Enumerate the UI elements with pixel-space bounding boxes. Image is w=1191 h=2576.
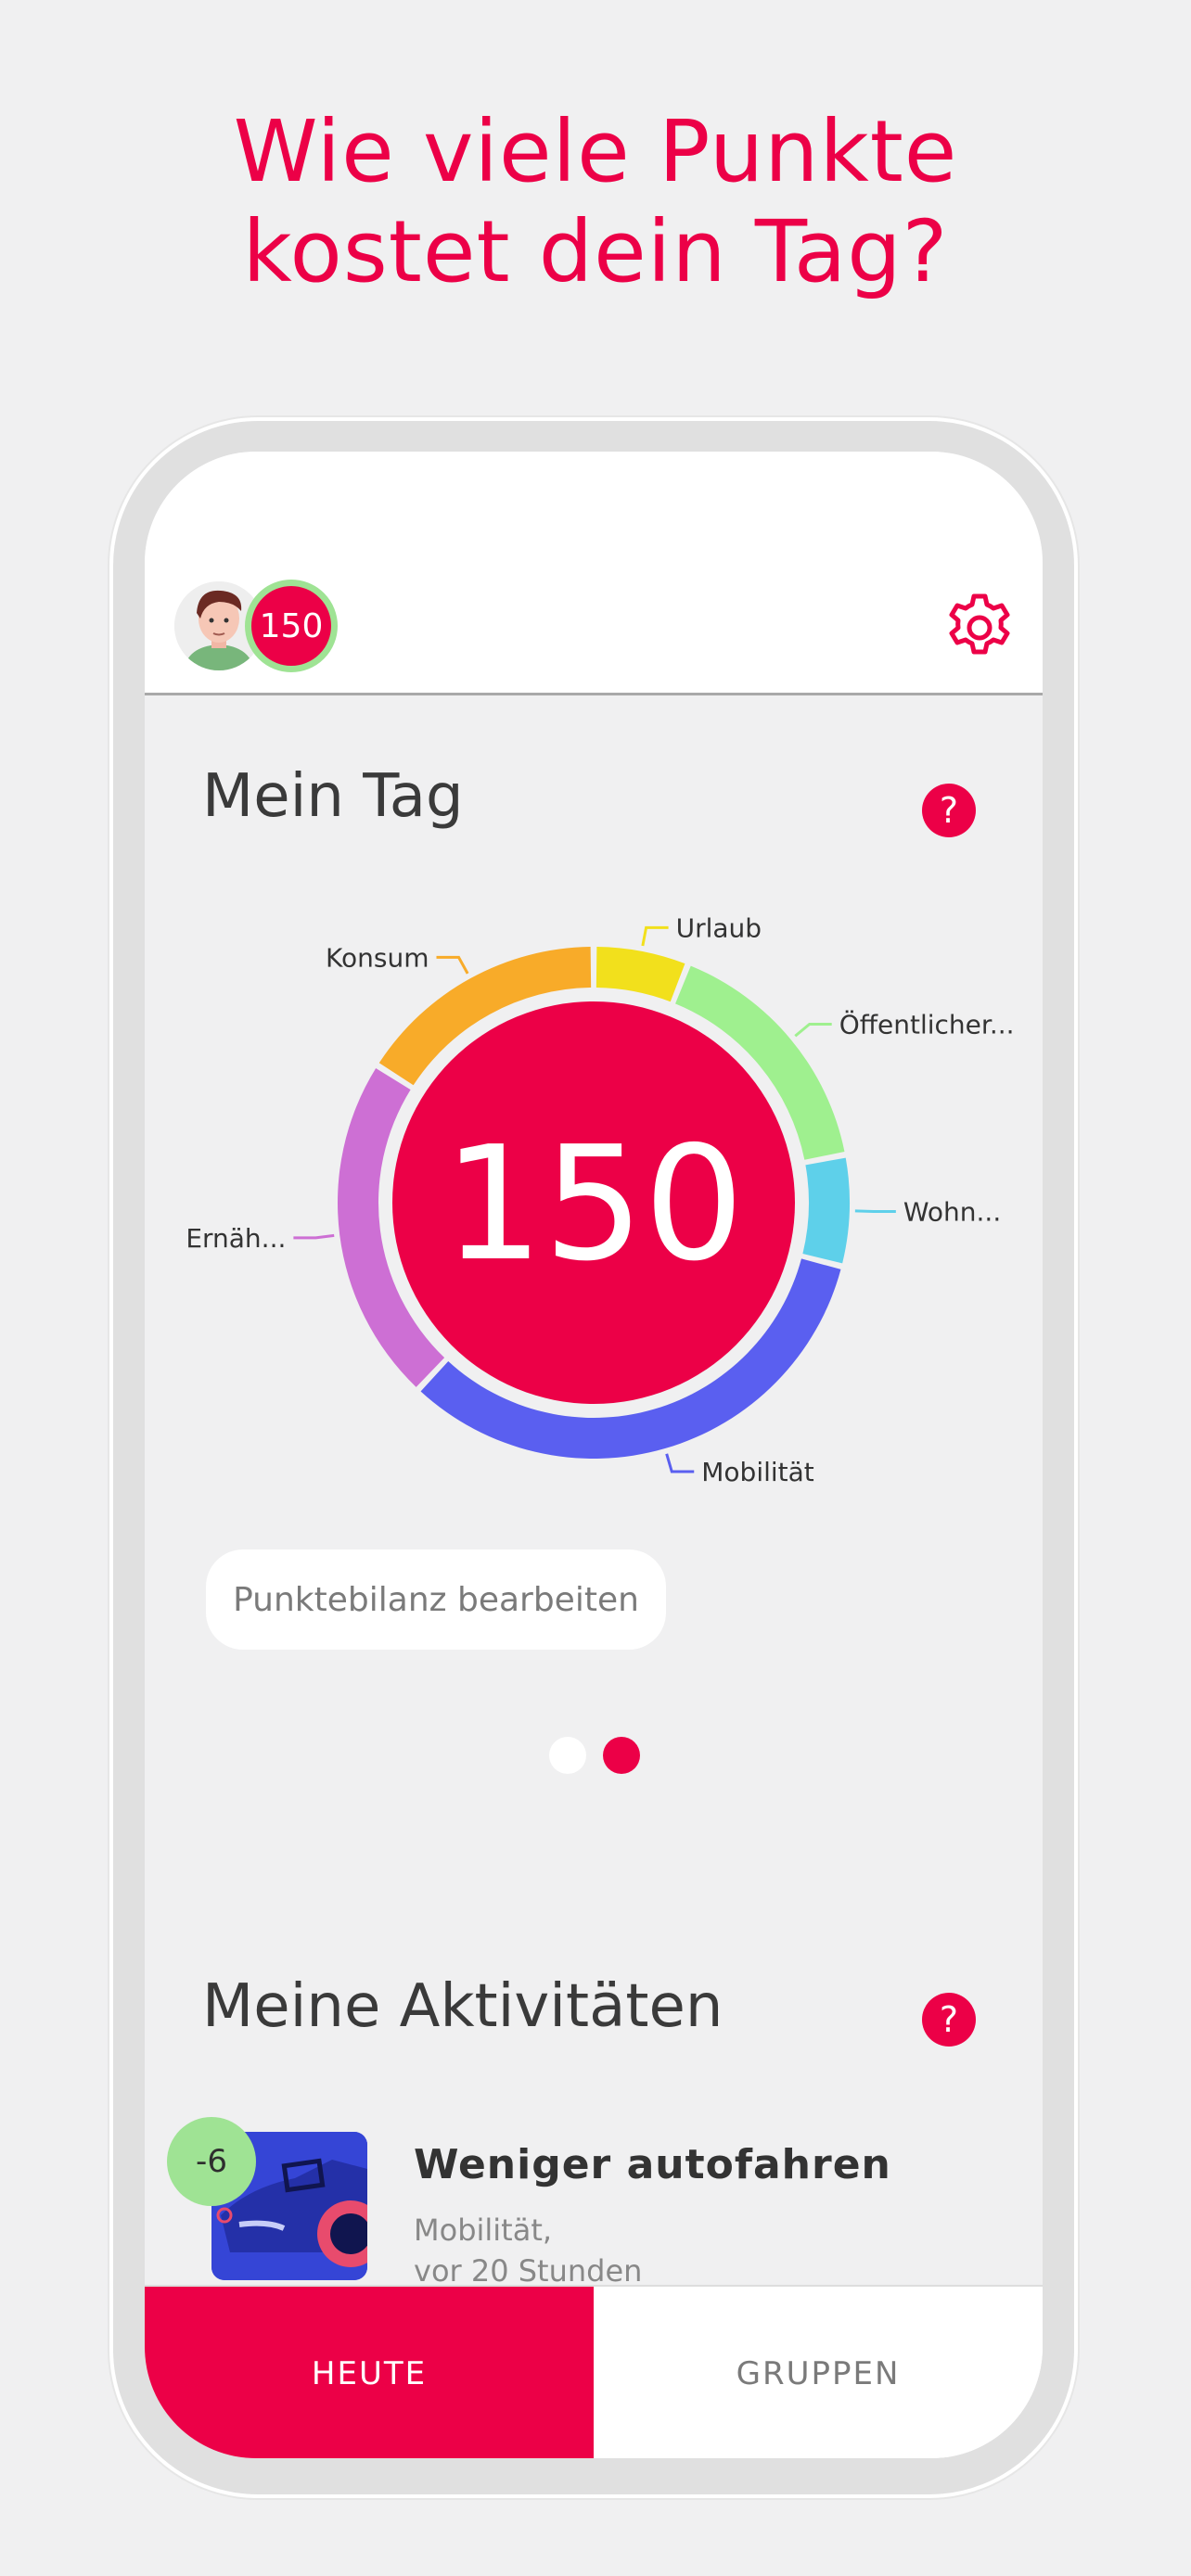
pager-dot-2[interactable]: [603, 1737, 640, 1774]
headline-line-1: Wie viele Punkte: [233, 102, 958, 201]
mein-tag-help-button[interactable]: ?: [922, 784, 976, 837]
activity-time: vor 20 Stunden: [414, 2253, 643, 2289]
donut-segment-konsum[interactable]: [378, 947, 592, 1086]
bottom-tab-bar: HEUTE GRUPPEN: [145, 2285, 1043, 2458]
donut-segment-ffentlicher[interactable]: [675, 965, 845, 1160]
activity-category: Mobilität,: [414, 2213, 553, 2248]
headline-line-2: kostet dein Tag?: [242, 202, 949, 301]
leader-line-konsum: [436, 955, 469, 975]
score-badge[interactable]: 150: [245, 580, 338, 672]
mein-tag-title: Mein Tag: [202, 762, 464, 831]
gear-icon[interactable]: [942, 591, 1017, 665]
edit-points-balance-button[interactable]: Punktebilanz bearbeiten: [206, 1549, 666, 1650]
chart-label-konsum: Konsum: [326, 942, 429, 973]
leader-line-mobilit-t: [665, 1453, 695, 1473]
tab-heute[interactable]: HEUTE: [145, 2287, 594, 2458]
leader-line-ern-h: [293, 1233, 335, 1240]
tab-gruppen[interactable]: GRUPPEN: [594, 2287, 1043, 2458]
chart-label-urlaub: Urlaub: [676, 912, 762, 943]
donut-segment-wohn[interactable]: [802, 1157, 851, 1264]
chart-label-ffentlicher: Öffentlicher...: [839, 1008, 1015, 1039]
center-score-value: 150: [443, 1113, 744, 1296]
activities-title: Meine Aktivitäten: [202, 1972, 724, 2041]
chart-label-wohn: Wohn...: [903, 1196, 1001, 1227]
app-header: 150: [145, 452, 1043, 695]
activity-points-delta: -6: [167, 2117, 256, 2206]
activity-meta: Mobilität, vor 20 Stunden: [414, 2210, 642, 2291]
donut-segment-mobilit-t[interactable]: [420, 1258, 841, 1460]
chart-label-ern-h: Ernäh...: [186, 1223, 286, 1254]
donut-segment-ern-h[interactable]: [338, 1067, 445, 1387]
chart-label-mobilit-t: Mobilität: [701, 1457, 814, 1487]
activity-item[interactable]: -6 Weniger autofahren Mobilität, vor 20 …: [145, 2117, 1043, 2299]
donut-segment-urlaub[interactable]: [596, 947, 685, 1002]
headline: Wie viele Punkte kostet dein Tag?: [0, 102, 1191, 302]
leader-line-ffentlicher: [794, 1022, 832, 1038]
activity-title: Weniger autofahren: [414, 2141, 891, 2188]
leader-line-wohn: [854, 1209, 896, 1213]
leader-line-urlaub: [641, 925, 669, 947]
app-screen: 150 Mein Tag ? Urlaub Öffentlicher... Wohn…: [145, 452, 1043, 2458]
activities-help-button[interactable]: ?: [922, 1993, 976, 2047]
pager-dot-1[interactable]: [549, 1737, 586, 1774]
center-score-circle[interactable]: [392, 1001, 795, 1404]
